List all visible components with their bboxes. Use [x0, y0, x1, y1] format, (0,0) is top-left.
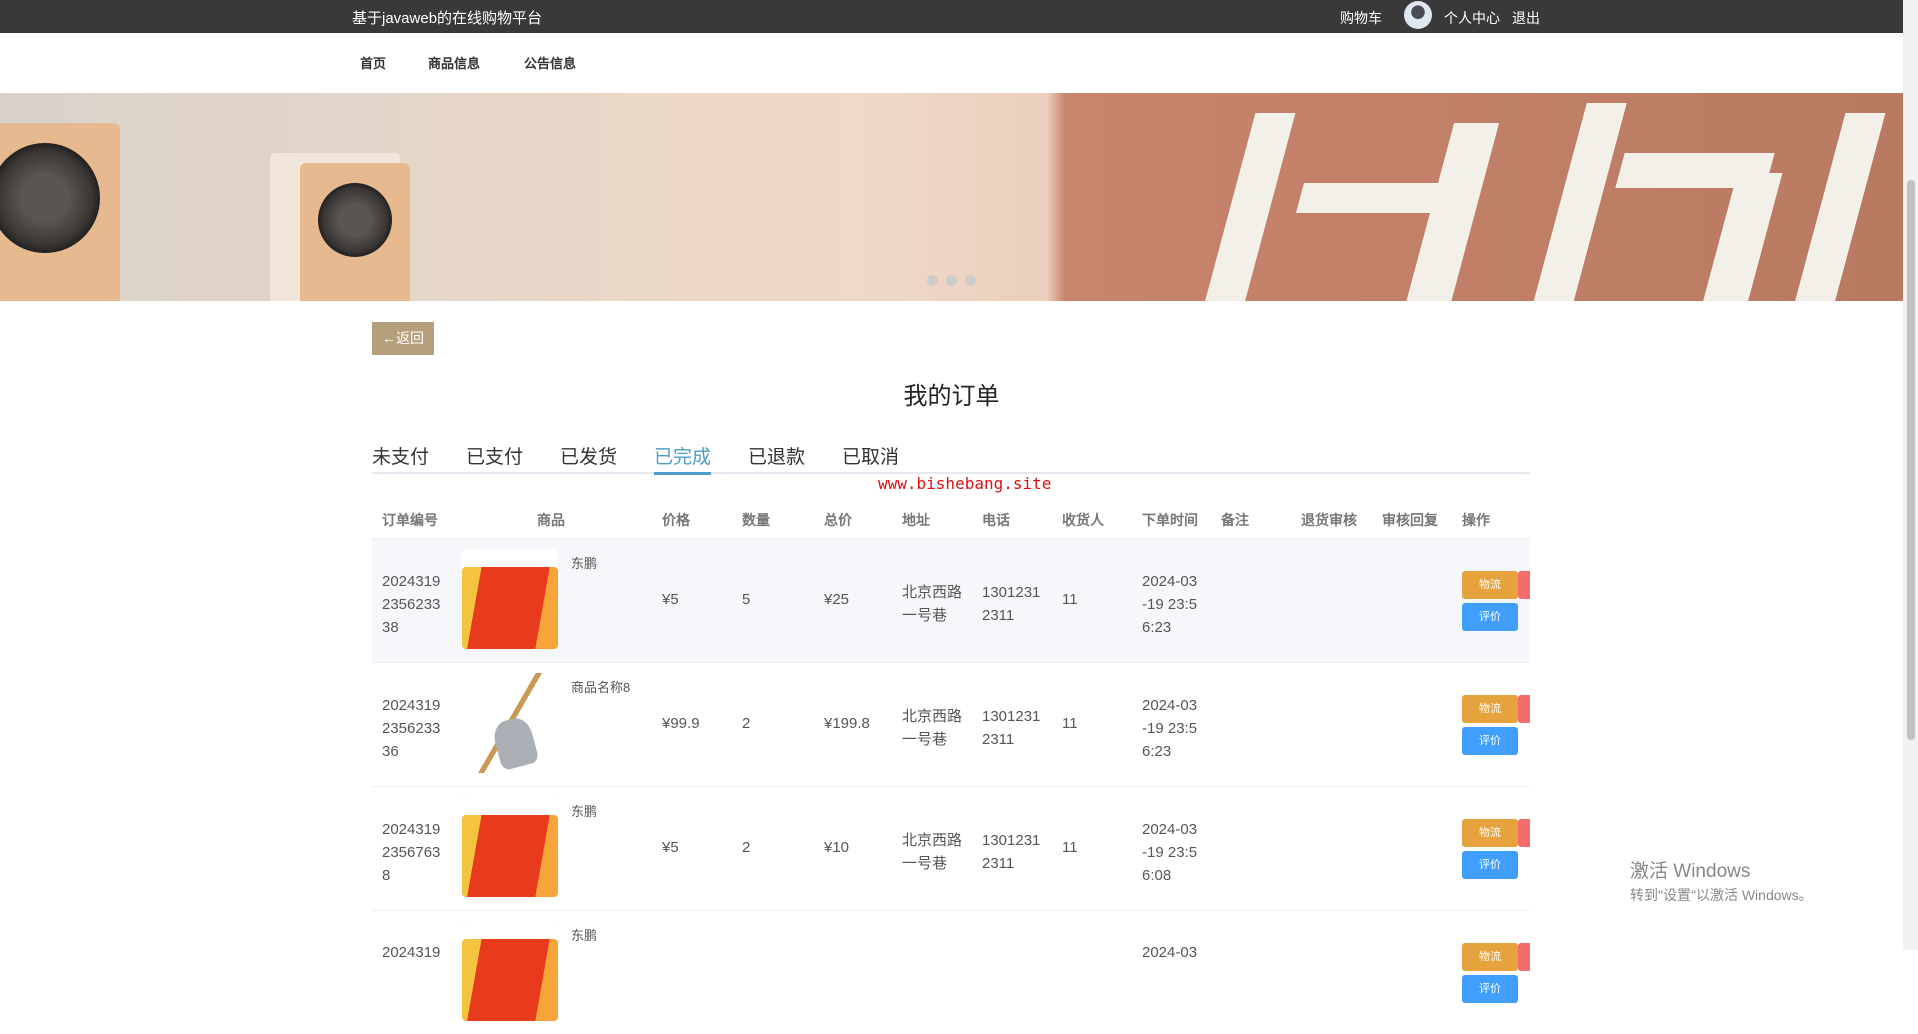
windows-activation-notice: 激活 Windows 转到"设置"以激活 Windows。: [1630, 856, 1813, 905]
phone: 13012312311: [982, 584, 1041, 624]
quantity: 2: [742, 715, 751, 732]
product-name[interactable]: 商品名称8: [571, 677, 630, 696]
total: ¥199.8: [824, 715, 870, 732]
order-time: 2024-03-19 23:56:23: [1142, 573, 1198, 636]
order-time: 2024-03-19 23:56:08: [1142, 821, 1198, 884]
page-scrollbar[interactable]: [1903, 0, 1918, 950]
activation-hint: 转到"设置"以激活 Windows。: [1630, 887, 1813, 903]
brush-stroke: [1204, 113, 1296, 301]
review-button[interactable]: 评价: [1462, 603, 1518, 631]
carousel-dot[interactable]: [946, 275, 957, 286]
price: ¥99.9: [662, 715, 700, 732]
tab-paid[interactable]: 已支付: [466, 442, 523, 469]
total: ¥25: [824, 591, 850, 608]
review-button[interactable]: 评价: [1462, 727, 1518, 755]
order-id: 2024319: [382, 944, 441, 961]
col-product: 商品: [537, 512, 565, 528]
watermark: www.bishebang.site: [878, 474, 1052, 493]
col-total: 总价: [824, 512, 852, 528]
tab-unpaid[interactable]: 未支付: [372, 442, 429, 469]
col-phone: 电话: [982, 512, 1010, 528]
order-id: 20243192356763 8: [382, 821, 441, 884]
table-row: 20243192356763 8 东鹏 ¥5 2 ¥10 北京西路一号巷 130…: [372, 786, 1530, 910]
table-header: 订单编号 商品 价格 数量 总价 地址 电话 收货人 下单时间 备注 退货审核 …: [372, 500, 1530, 538]
carousel-dots: [927, 275, 976, 286]
avatar[interactable]: [1404, 1, 1432, 29]
col-price: 价格: [662, 512, 690, 528]
back-button[interactable]: ←返回: [372, 322, 434, 355]
total: ¥10: [824, 839, 850, 856]
logistics-button[interactable]: 物流: [1462, 695, 1518, 723]
product-name[interactable]: 东鹏: [571, 925, 597, 944]
order-id: 2024319235623338: [382, 573, 441, 636]
receiver: 11: [1062, 839, 1078, 856]
col-order-id: 订单编号: [382, 512, 438, 528]
nav-home[interactable]: 首页: [360, 53, 386, 72]
order-status-tabs: 未支付 已支付 已发货 已完成 已退款 已取消: [372, 442, 1530, 475]
speaker-cone: [318, 183, 392, 257]
table-row: 2024319 东鹏 2024-03 物流 评价: [372, 910, 1530, 1034]
address: 北京西路一号巷: [902, 708, 963, 748]
col-actions: 操作: [1462, 512, 1490, 528]
cart-link[interactable]: 购物车: [1340, 8, 1382, 28]
logistics-button[interactable]: 物流: [1462, 571, 1518, 599]
activation-title: 激活 Windows: [1630, 861, 1751, 882]
site-brand[interactable]: 基于javaweb的在线购物平台: [352, 7, 542, 28]
profile-link[interactable]: 个人中心: [1444, 8, 1500, 28]
brush-stroke: [1533, 103, 1627, 301]
order-time: 2024-03-19 23:56:23: [1142, 697, 1198, 760]
order-id: 2024319235623336: [382, 697, 441, 760]
delete-button[interactable]: [1518, 819, 1530, 847]
product-image[interactable]: [462, 673, 558, 773]
col-return-review: 退货审核: [1301, 512, 1357, 528]
brush-stroke: [1702, 173, 1783, 301]
logistics-button[interactable]: 物流: [1462, 943, 1518, 971]
logistics-button[interactable]: 物流: [1462, 819, 1518, 847]
banner-carousel[interactable]: [0, 93, 1903, 301]
address: 北京西路一号巷: [902, 832, 963, 872]
scrollbar-thumb[interactable]: [1907, 180, 1915, 740]
delete-button[interactable]: [1518, 571, 1530, 599]
top-bar: 基于javaweb的在线购物平台 购物车 个人中心 退出: [0, 0, 1903, 33]
address: 北京西路一号巷: [902, 584, 963, 624]
main-nav: 首页 商品信息 公告信息: [0, 33, 1903, 93]
product-image[interactable]: [462, 549, 558, 649]
order-time: 2024-03: [1142, 944, 1198, 961]
logout-link[interactable]: 退出: [1512, 8, 1540, 28]
price: ¥5: [662, 591, 679, 608]
carousel-dot[interactable]: [965, 275, 976, 286]
col-qty: 数量: [742, 512, 770, 528]
delete-button[interactable]: [1518, 943, 1530, 971]
table-row: 2024319235623338 东鹏 ¥5 5 ¥25 北京西路一号巷 130…: [372, 538, 1530, 662]
tab-completed[interactable]: 已完成: [654, 442, 712, 475]
product-name[interactable]: 东鹏: [571, 801, 597, 820]
product-image[interactable]: [462, 921, 558, 1021]
nav-notices[interactable]: 公告信息: [524, 53, 576, 72]
price: ¥5: [662, 839, 679, 856]
col-order-time: 下单时间: [1142, 512, 1198, 528]
quantity: 2: [742, 839, 751, 856]
receiver: 11: [1062, 715, 1078, 732]
receiver: 11: [1062, 591, 1078, 608]
col-receiver: 收货人: [1062, 512, 1104, 528]
col-review-reply: 审核回复: [1382, 512, 1438, 528]
delete-button[interactable]: [1518, 695, 1530, 723]
product-name[interactable]: 东鹏: [571, 553, 597, 572]
carousel-dot[interactable]: [927, 275, 938, 286]
nav-products[interactable]: 商品信息: [428, 53, 480, 72]
page-title: 我的订单: [903, 383, 1000, 410]
table-row: 2024319235623336 商品名称8 ¥99.9 2 ¥199.8 北京…: [372, 662, 1530, 786]
col-address: 地址: [902, 512, 930, 528]
phone: 13012312311: [982, 832, 1041, 872]
quantity: 5: [742, 591, 751, 608]
col-remark: 备注: [1221, 512, 1249, 528]
review-button[interactable]: 评价: [1462, 975, 1518, 1003]
tab-refunded[interactable]: 已退款: [748, 442, 805, 469]
phone: 13012312311: [982, 708, 1041, 748]
tab-cancelled[interactable]: 已取消: [842, 442, 899, 469]
tab-shipped[interactable]: 已发货: [560, 442, 617, 469]
product-image[interactable]: [462, 797, 558, 897]
brush-stroke: [1794, 113, 1886, 301]
review-button[interactable]: 评价: [1462, 851, 1518, 879]
